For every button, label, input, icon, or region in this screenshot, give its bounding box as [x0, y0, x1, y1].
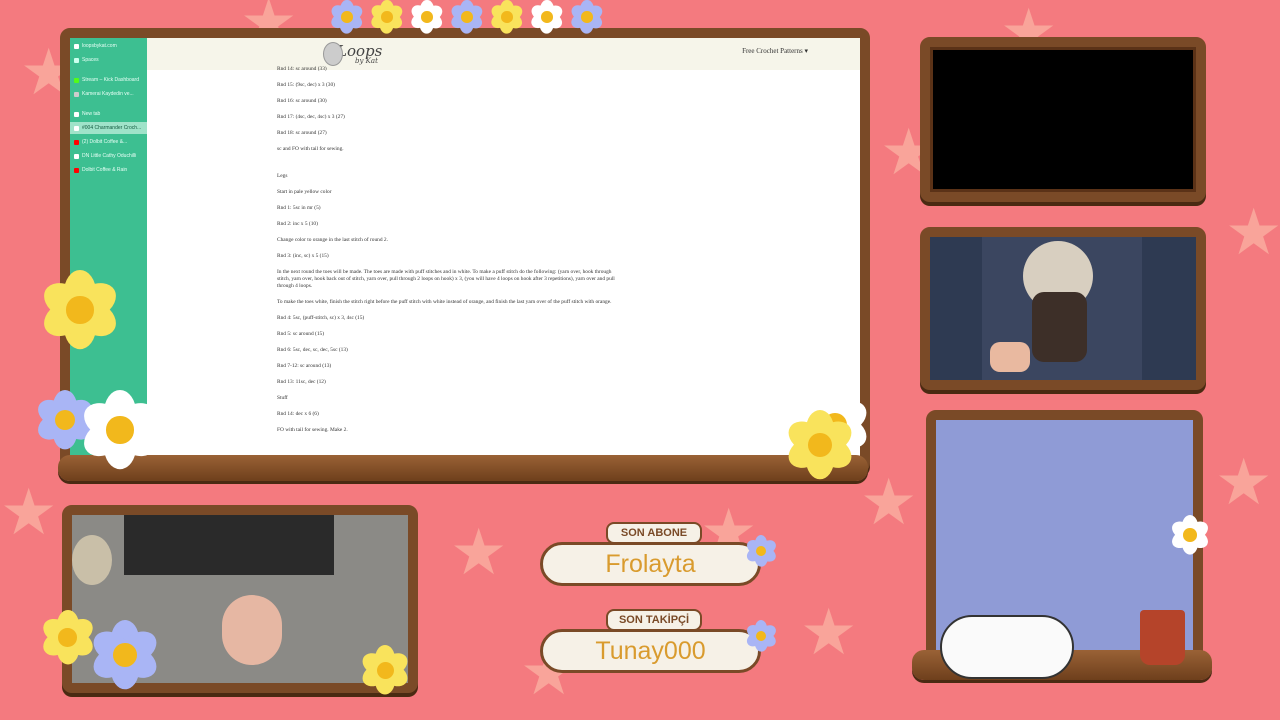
- daffodil-icon: [744, 620, 778, 652]
- daffodil-icon: [449, 0, 485, 34]
- son-takipci-tag: SON TAKİPÇİ: [606, 609, 702, 631]
- star-icon: ★: [1225, 196, 1280, 268]
- pattern-content: Rnd 14: sc around (33) Rnd 15: (9sc, dec)…: [277, 66, 622, 443]
- daffodil-icon: [37, 270, 123, 350]
- pattern-line: Rnd 4: 5sc, (puff-stitch, sc) x 3, 4sc (…: [277, 315, 365, 321]
- sidebar-tab-label: Stream – Kick Dashboard: [82, 77, 139, 83]
- pattern-line: Rnd 14: dec x 6 (6): [277, 411, 319, 417]
- pattern-line: Rnd 3: (inc, sc) x 5 (15): [277, 253, 329, 259]
- doll-beard: [1032, 292, 1087, 362]
- son-takipci-label: SON TAKİPÇİ: [618, 614, 690, 626]
- sidebar-tab-label: (2) Dolbit Coffee &...: [82, 139, 128, 145]
- sidebar-tab[interactable]: New tab: [70, 108, 147, 120]
- son-takipci-name: Tunay000: [595, 637, 706, 665]
- chevron-down-icon: ▾: [804, 47, 808, 55]
- keyboard: [124, 515, 334, 575]
- daffodil-icon: [489, 0, 525, 34]
- pattern-line: sc and FO with tail for sewing.: [277, 146, 344, 152]
- pattern-line: Change color to orange in the last stitc…: [277, 237, 388, 243]
- yarn-ball: [72, 535, 112, 585]
- daffodil-icon: [38, 610, 97, 665]
- kick-icon: [74, 77, 79, 83]
- wood-branch: [58, 455, 868, 481]
- daffodil-icon: [409, 0, 445, 34]
- pattern-line: Rnd 15: (9sc, dec) x 3 (30): [277, 82, 335, 88]
- hand: [222, 595, 282, 665]
- page-icon: [74, 153, 79, 159]
- youtube-icon: [74, 167, 79, 173]
- sidebar-tab[interactable]: Stream – Kick Dashboard: [70, 74, 147, 86]
- section-heading: Legs: [277, 173, 288, 179]
- daffodil-icon: [369, 0, 405, 34]
- daffodil-icon: [77, 390, 163, 470]
- daffodil-icon: [529, 0, 565, 34]
- nav-free-crochet-patterns[interactable]: Free Crochet Patterns ▾: [742, 47, 808, 55]
- pattern-line: Start in pale yellow color: [277, 189, 332, 195]
- sidebar-tab-label: Spaces: [82, 57, 99, 63]
- daffodil-icon: [329, 0, 365, 34]
- daffodil-icon: [569, 0, 605, 34]
- sidebar-tab-label: DN Little Cathy Oduchilli: [82, 153, 137, 159]
- pattern-line: Rnd 17: (4sc, dec, 4sc) x 3 (27): [277, 114, 345, 120]
- flower-pot: [1140, 610, 1185, 665]
- youtube-icon: [74, 139, 79, 145]
- son-abone-label: SON ABONE: [620, 527, 688, 539]
- son-abone-name: Frolayta: [605, 550, 696, 578]
- pattern-line: Rnd 14: sc around (33): [277, 66, 327, 72]
- sidebar-tab[interactable]: Dolbit Coffee & Rain: [70, 164, 147, 176]
- sidebar-tab-list: loopsbykat.com Spaces Stream – Kick Dashbo…: [70, 40, 147, 176]
- camera-frame-top: [920, 37, 1206, 202]
- link-icon: [74, 43, 79, 49]
- section-heading: Stuff: [277, 395, 288, 401]
- sidebar-tab-label: New tab: [82, 111, 101, 117]
- plus-icon: [74, 111, 79, 117]
- daffodil-icon: [782, 410, 858, 480]
- sidebar-tab[interactable]: (2) Dolbit Coffee &...: [70, 136, 147, 148]
- son-takipci-pill: Tunay000: [540, 629, 761, 673]
- sidebar-tab[interactable]: Kamerai Kaydedin ve...: [70, 88, 147, 100]
- hand: [990, 342, 1030, 372]
- daffodil-icon: [358, 645, 412, 695]
- star-icon: ★: [1215, 446, 1273, 518]
- pattern-line: In the next round the toes will be made.…: [277, 269, 615, 289]
- sidebar-tab[interactable]: loopsbykat.com: [70, 40, 147, 52]
- folder-icon: [74, 57, 79, 63]
- pattern-line: Rnd 13: 11sc, dec (12): [277, 379, 326, 385]
- pattern-line: Rnd 16: sc around (30): [277, 98, 327, 104]
- sidebar-tab-label: Dolbit Coffee & Rain: [82, 167, 128, 173]
- star-icon: ★: [450, 516, 508, 588]
- sidebar-tab[interactable]: Spaces: [70, 54, 147, 66]
- sidebar-tab-label: #004 Charmander Croch...: [82, 125, 142, 131]
- site-logo[interactable]: Loops by Kat: [323, 42, 382, 66]
- browser-window: loopsbykat.com Spaces Stream – Kick Dashbo…: [70, 38, 860, 463]
- pattern-line: Rnd 5: sc around (15): [277, 331, 325, 337]
- pattern-line: Rnd 2: inc x 5 (10): [277, 221, 318, 227]
- logo-icon: [323, 42, 343, 66]
- pattern-line: Rnd 7-12: sc around (13): [277, 363, 332, 369]
- star-icon: ★: [860, 466, 918, 538]
- daffodil-icon: [87, 620, 163, 690]
- sidebar-tab[interactable]: DN Little Cathy Oduchilli: [70, 150, 147, 162]
- camera-icon: [74, 91, 79, 97]
- pattern-line: To make the toes white, finish the stitc…: [277, 299, 612, 305]
- sidebar-tab-label: loopsbykat.com: [82, 43, 117, 49]
- pattern-line: Rnd 6: 5sc, dec, sc, dec, 5sc (13): [277, 347, 348, 353]
- daffodil-icon: [1168, 515, 1212, 555]
- pattern-line: Rnd 18: sc around (27): [277, 130, 327, 136]
- doll-camera-view: [930, 237, 1196, 380]
- nav-link-label: Free Crochet Patterns: [742, 47, 803, 55]
- star-icon: ★: [0, 476, 58, 548]
- daffodil-icon: [744, 535, 778, 567]
- son-abone-tag: SON ABONE: [606, 522, 702, 544]
- sleeping-cat: [940, 615, 1074, 679]
- sidebar-tab-label: Kamerai Kaydedin ve...: [82, 91, 134, 97]
- son-abone-pill: Frolayta: [540, 542, 761, 586]
- pattern-line: Rnd 1: 5sc in mr (5): [277, 205, 321, 211]
- star-icon: ★: [800, 596, 858, 668]
- pattern-line: FO with tail for sewing. Make 2.: [277, 427, 348, 433]
- sidebar-tab[interactable]: #004 Charmander Croch...: [70, 122, 147, 134]
- page-icon: [74, 125, 79, 131]
